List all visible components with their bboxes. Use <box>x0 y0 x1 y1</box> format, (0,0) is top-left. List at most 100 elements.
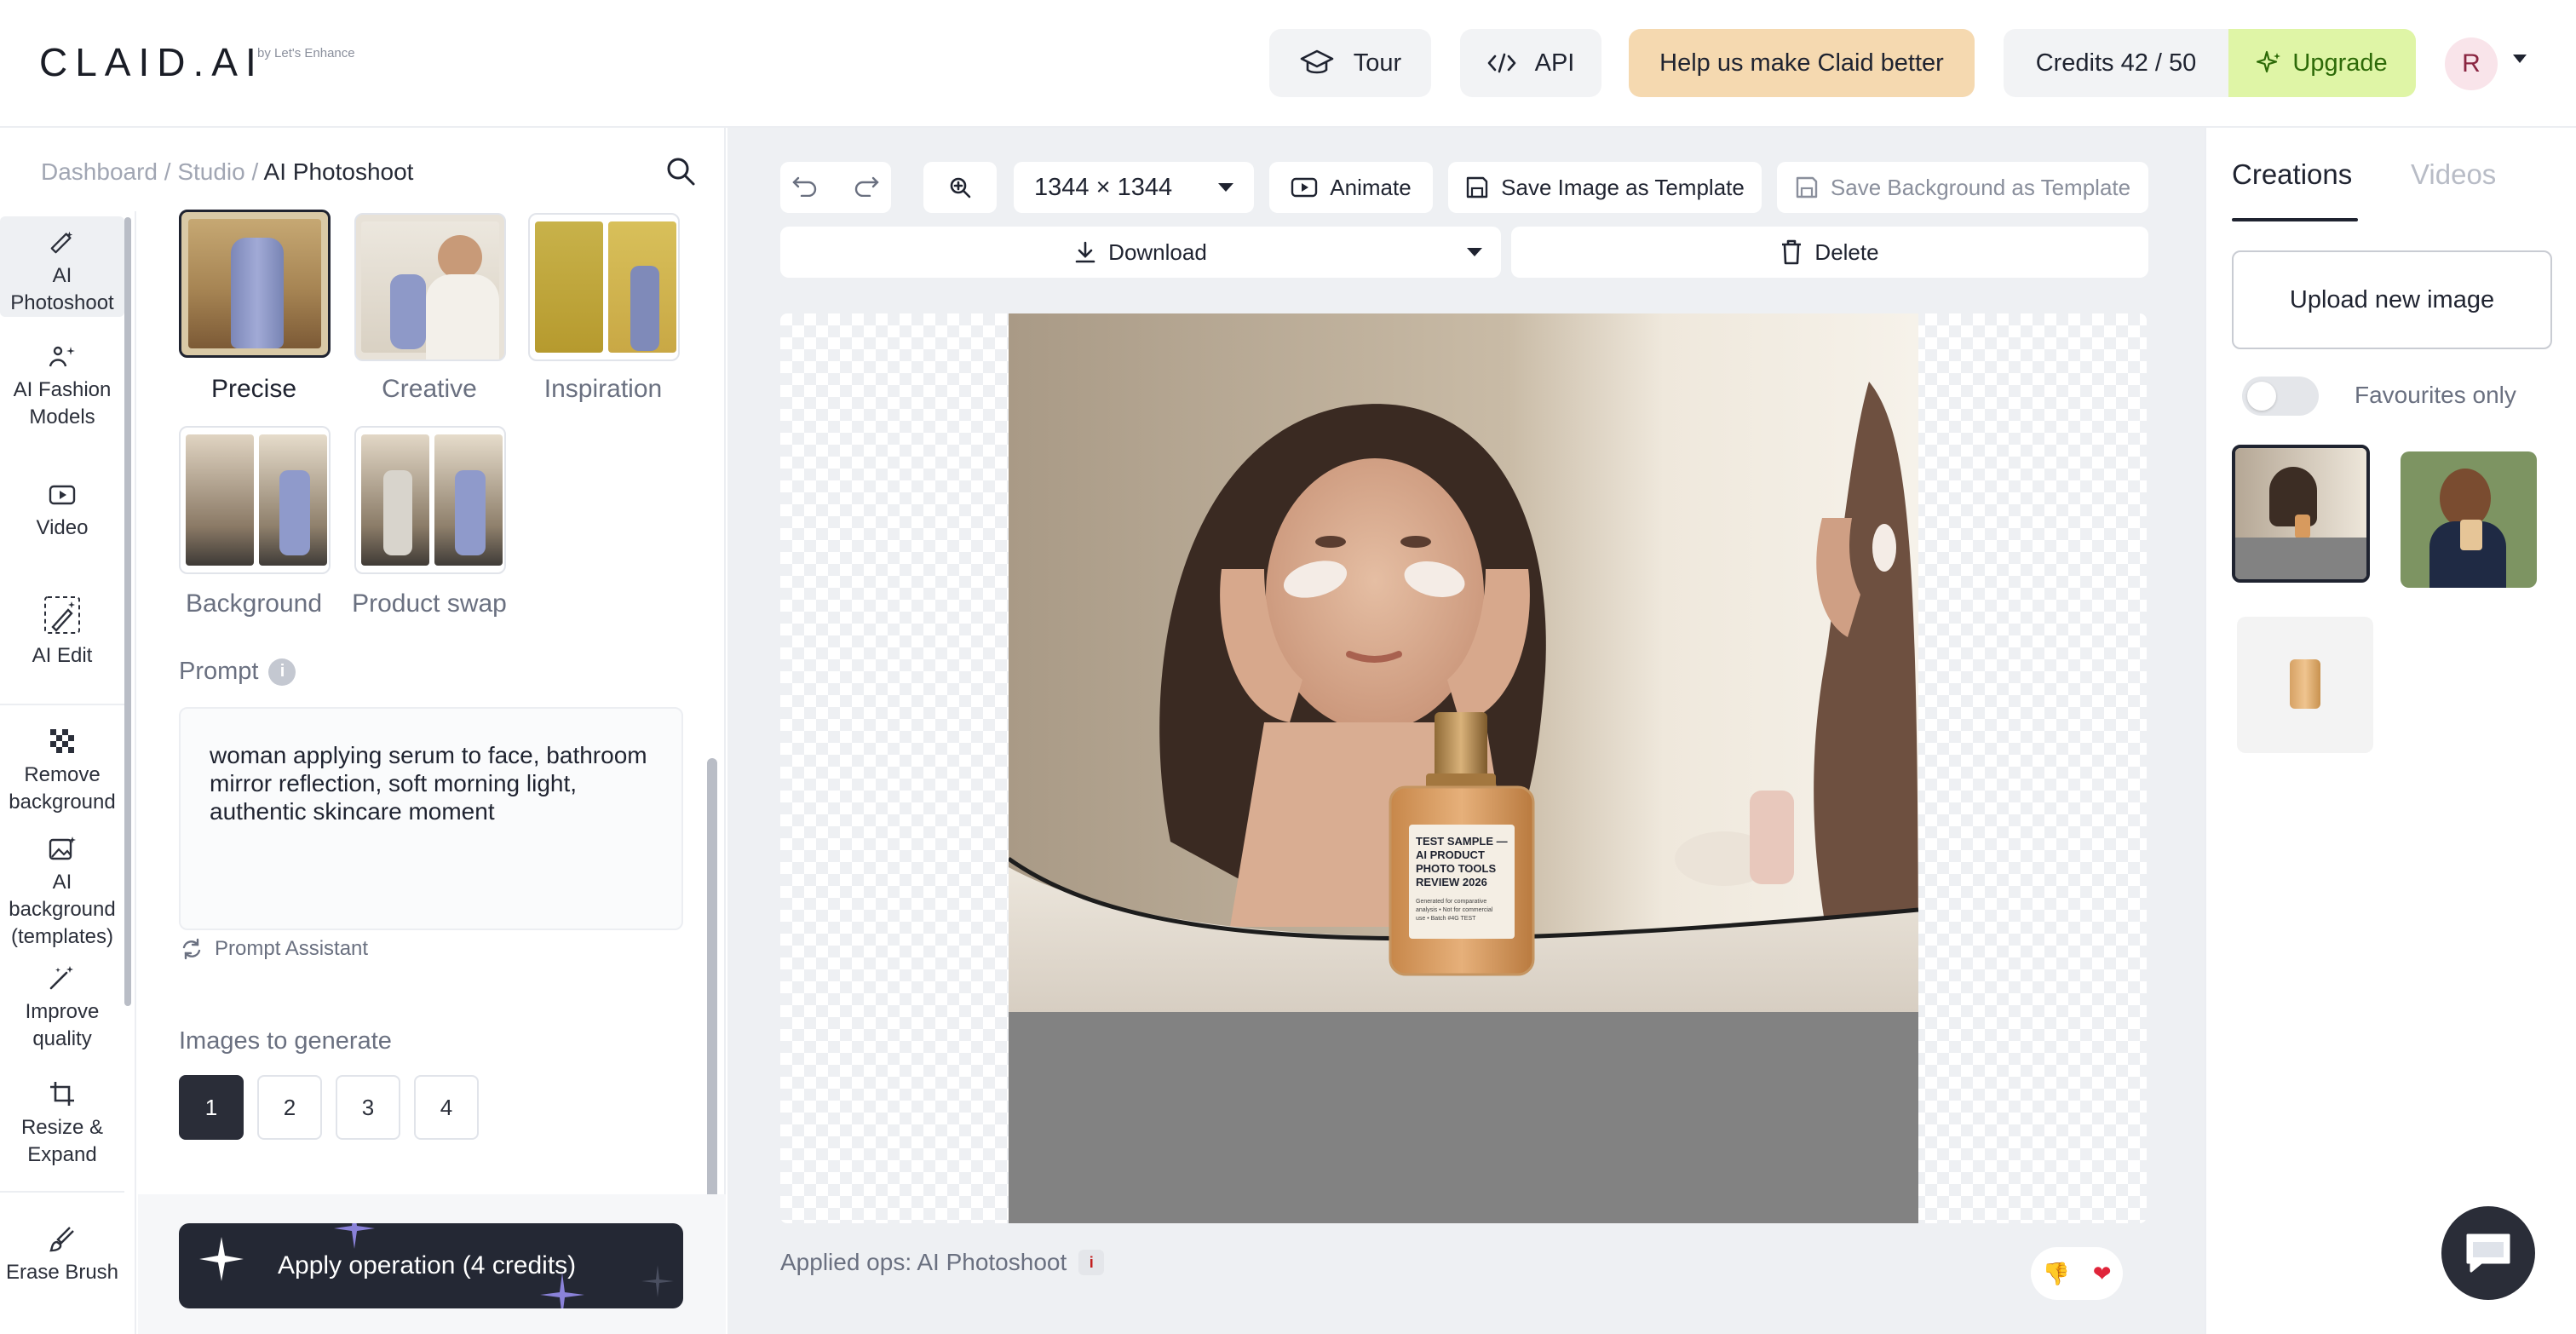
tab-videos[interactable]: Videos <box>2411 158 2496 191</box>
sparkle-person-icon <box>49 346 75 367</box>
mockup-bottle-preview <box>383 470 412 555</box>
rail-divider <box>0 704 124 705</box>
rail-item-label: AI Fashion Models <box>13 378 112 428</box>
api-label: API <box>1534 49 1575 77</box>
generate-count-3[interactable]: 3 <box>336 1075 400 1140</box>
zoom-button[interactable] <box>923 162 997 213</box>
rail-item-remove-background[interactable]: Remove background <box>0 727 124 816</box>
generate-count-1[interactable]: 1 <box>179 1075 244 1140</box>
prompt-assistant-button[interactable]: Prompt Assistant <box>181 937 368 961</box>
chat-bubble-icon <box>2466 1233 2510 1273</box>
thumbnail-preview <box>2460 520 2482 550</box>
chat-support-button[interactable] <box>2441 1206 2535 1300</box>
thumbs-down-icon[interactable]: 👎 <box>2042 1261 2069 1287</box>
style-tile-inspiration[interactable] <box>528 213 680 361</box>
rail-item-ai-edit[interactable]: AI Edit <box>0 595 124 670</box>
image-sparkle-icon <box>49 837 76 860</box>
style-label-product-swap: Product swap <box>352 589 507 618</box>
save-background-template-label: Save Background as Template <box>1830 174 2131 200</box>
prompt-label: Prompt i <box>179 658 296 686</box>
animate-button[interactable]: Animate <box>1269 162 1433 213</box>
svg-text:AI PRODUCT: AI PRODUCT <box>1416 848 1485 861</box>
bottle-preview <box>279 470 310 555</box>
images-to-generate-label: Images to generate <box>179 1027 392 1055</box>
creation-thumbnail[interactable] <box>2232 445 2370 583</box>
claid-logo[interactable]: CLAID.AI <box>39 39 264 85</box>
heart-icon[interactable]: ❤ <box>2093 1261 2112 1287</box>
generate-count-2[interactable]: 2 <box>257 1075 322 1140</box>
creation-thumbnail[interactable] <box>2401 451 2537 588</box>
favourites-toggle[interactable] <box>2242 377 2319 416</box>
rail-item-resize-expand[interactable]: Resize & Expand <box>0 1080 124 1169</box>
undo-icon[interactable] <box>791 173 819 203</box>
tour-button[interactable]: Tour <box>1269 29 1431 97</box>
size-select[interactable]: 1344 × 1344 <box>1014 162 1254 213</box>
redo-icon[interactable] <box>853 173 880 203</box>
editor-area: 1344 × 1344 Animate Save Image as Templa… <box>727 128 2205 1334</box>
download-button[interactable]: Download <box>780 227 1501 278</box>
creation-thumbnail[interactable] <box>2237 617 2373 753</box>
user-avatar[interactable]: R <box>2445 37 2498 90</box>
tab-creations[interactable]: Creations <box>2232 158 2352 191</box>
bottle-label-text: TEST SAMPLE — <box>1416 835 1508 848</box>
prompt-label-text: Prompt <box>179 658 259 685</box>
delete-button[interactable]: Delete <box>1511 227 2148 278</box>
thumbnail-preview <box>2290 659 2320 709</box>
magic-pen-icon <box>50 231 73 254</box>
apply-operation-button[interactable]: Apply operation (4 credits) <box>179 1223 683 1308</box>
feedback-buttons: 👎 ❤ <box>2031 1247 2123 1300</box>
info-icon[interactable]: i <box>1078 1250 1105 1275</box>
info-icon[interactable]: i <box>268 658 296 686</box>
rail-scrollbar[interactable] <box>124 217 131 1006</box>
style-label-inspiration: Inspiration <box>543 375 663 403</box>
rail-item-ai-photoshoot[interactable]: AI Photoshoot <box>0 216 124 317</box>
undo-redo-group <box>780 162 891 213</box>
svg-text:analysis • Not for commercial: analysis • Not for commercial <box>1416 907 1493 913</box>
breadcrumb-separator: / <box>157 158 178 185</box>
size-value: 1344 × 1344 <box>1034 173 1173 201</box>
top-header: CLAID.AI by Let's Enhance Tour API Help … <box>0 0 2576 128</box>
save-background-template-button[interactable]: Save Background as Template <box>1777 162 2148 213</box>
style-tile-product-swap[interactable] <box>354 426 506 574</box>
style-tile-creative[interactable] <box>354 213 506 361</box>
breadcrumb-dashboard[interactable]: Dashboard <box>41 158 158 185</box>
rail-item-ai-fashion-models[interactable]: AI Fashion Models <box>0 344 124 431</box>
chevron-down-icon[interactable] <box>2513 55 2527 63</box>
thumbnail-preview <box>2235 537 2366 579</box>
bottle-preview <box>455 470 486 555</box>
logo-subtitle: by Let's Enhance <box>257 46 355 60</box>
search-icon[interactable] <box>664 155 697 192</box>
api-button[interactable]: API <box>1460 29 1601 97</box>
refresh-icon <box>182 938 201 960</box>
prompt-textarea[interactable]: woman applying serum to face, bathroom m… <box>179 707 683 930</box>
breadcrumb-studio[interactable]: Studio <box>177 158 244 185</box>
sparkle-decoration-icon <box>540 1273 584 1308</box>
help-improve-button[interactable]: Help us make Claid better <box>1629 29 1975 97</box>
image-canvas[interactable]: TEST SAMPLE — AI PRODUCT PHOTO TOOLS REV… <box>780 313 2147 1223</box>
upgrade-button[interactable]: Upgrade <box>2228 29 2416 97</box>
rail-item-label: AI Photoshoot <box>10 264 114 314</box>
sparkle-icon <box>199 1237 244 1281</box>
rail-item-improve-quality[interactable]: Improve quality <box>0 964 124 1053</box>
style-tile-background[interactable] <box>179 426 331 574</box>
upgrade-label: Upgrade <box>2292 49 2388 77</box>
rail-item-video[interactable]: Video <box>0 482 124 542</box>
sparkle-decoration-icon <box>334 1223 375 1249</box>
generated-photo[interactable]: TEST SAMPLE — AI PRODUCT PHOTO TOOLS REV… <box>1009 313 1918 1223</box>
svg-text:REVIEW 2026: REVIEW 2026 <box>1416 876 1487 888</box>
rail-item-label: Video <box>36 516 89 539</box>
style-label-background: Background <box>185 589 323 618</box>
save-image-template-button[interactable]: Save Image as Template <box>1448 162 1762 213</box>
active-tab-indicator <box>2232 218 2358 221</box>
rail-item-erase-brush[interactable]: Erase Brush <box>0 1225 124 1286</box>
video-play-icon <box>1291 177 1318 198</box>
zoom-in-icon <box>950 177 971 198</box>
save-icon <box>1796 176 1818 198</box>
chevron-down-icon[interactable] <box>1467 248 1482 256</box>
rail-item-ai-background-templates[interactable]: AI background (templates) <box>0 835 124 951</box>
generate-count-4[interactable]: 4 <box>414 1075 479 1140</box>
rail-item-label: Erase Brush <box>5 1261 119 1284</box>
upload-new-image-button[interactable]: Upload new image <box>2232 250 2552 349</box>
svg-text:PHOTO TOOLS: PHOTO TOOLS <box>1416 862 1496 875</box>
style-tile-precise[interactable] <box>179 210 331 358</box>
